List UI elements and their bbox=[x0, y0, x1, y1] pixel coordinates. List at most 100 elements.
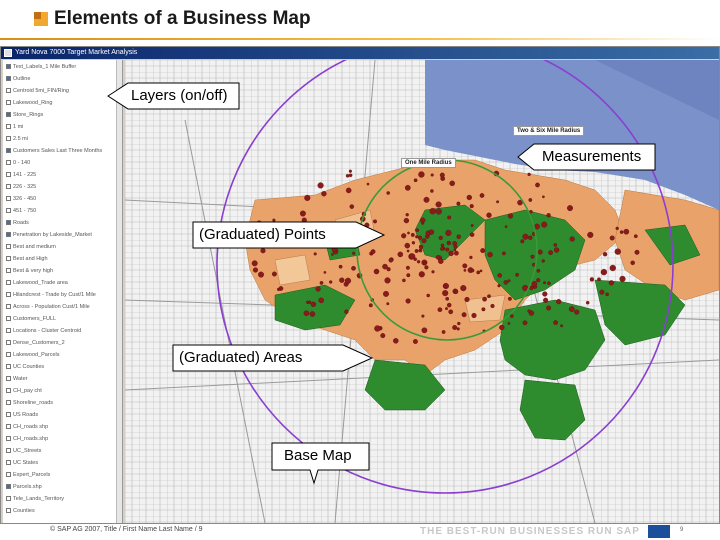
customer-point bbox=[310, 301, 317, 307]
customer-point bbox=[321, 191, 327, 197]
customer-point bbox=[599, 289, 605, 295]
checkbox-icon[interactable] bbox=[6, 448, 11, 454]
checkbox-icon[interactable] bbox=[6, 316, 11, 322]
legend-layer-item[interactable]: Expert_Parcels bbox=[6, 472, 50, 481]
legend-layer-item[interactable]: Locations - Cluster Centroid bbox=[6, 328, 81, 337]
checkbox-icon[interactable] bbox=[6, 364, 11, 370]
legend-layer-item[interactable]: Text_Labels_1 Mile Buffer bbox=[6, 64, 76, 73]
customer-point bbox=[407, 231, 410, 235]
legend-layer-item[interactable]: Tele_Lands_Territory bbox=[6, 496, 64, 505]
checkbox-icon[interactable] bbox=[6, 388, 11, 394]
legend-layer-item[interactable]: Lakewood_Trade area bbox=[6, 280, 68, 289]
checkbox-icon[interactable] bbox=[6, 88, 11, 94]
callout-measurements-label: Measurements bbox=[542, 148, 642, 165]
legend-layer-item[interactable]: Customers Sales Last Three Months bbox=[6, 148, 102, 157]
legend-layer-item[interactable]: Lakewood_Parcels bbox=[6, 352, 59, 361]
legend-layer-item[interactable]: Best & very high bbox=[6, 268, 53, 277]
customer-point bbox=[531, 281, 538, 287]
legend-layer-item[interactable]: 226 - 325 bbox=[6, 184, 36, 193]
customer-point bbox=[633, 234, 638, 239]
checkbox-icon[interactable] bbox=[6, 208, 11, 214]
checkbox-icon[interactable] bbox=[6, 376, 11, 382]
legend-layer-item[interactable]: Lakewood_Ring bbox=[6, 100, 52, 109]
checkbox-checked-icon[interactable] bbox=[6, 148, 11, 154]
legend-layer-item[interactable]: Dense_Customers_2 bbox=[6, 340, 65, 349]
checkbox-icon[interactable] bbox=[6, 508, 11, 514]
legend-layer-item[interactable]: UC Counties bbox=[6, 364, 44, 373]
checkbox-icon[interactable] bbox=[6, 340, 11, 346]
checkbox-icon[interactable] bbox=[6, 472, 11, 478]
customer-point bbox=[448, 250, 454, 257]
customer-point bbox=[486, 212, 492, 218]
checkbox-icon[interactable] bbox=[6, 136, 11, 142]
app-icon bbox=[4, 49, 12, 57]
checkbox-icon[interactable] bbox=[6, 412, 11, 418]
checkbox-icon[interactable] bbox=[6, 424, 11, 430]
checkbox-checked-icon[interactable] bbox=[6, 64, 11, 70]
checkbox-checked-icon[interactable] bbox=[6, 220, 11, 226]
legend-layer-item[interactable]: Parcels.shp bbox=[6, 484, 42, 493]
legend-layer-item[interactable]: UC_Streets bbox=[6, 448, 41, 457]
checkbox-checked-icon[interactable] bbox=[6, 76, 11, 82]
checkbox-icon[interactable] bbox=[6, 292, 11, 298]
map-canvas[interactable] bbox=[125, 60, 719, 523]
checkbox-icon[interactable] bbox=[6, 328, 11, 334]
legend-layer-item[interactable]: Best and medium bbox=[6, 244, 56, 253]
checkbox-icon[interactable] bbox=[6, 304, 11, 310]
legend-layer-item[interactable]: Customers_FULL bbox=[6, 316, 56, 325]
checkbox-icon[interactable] bbox=[6, 184, 11, 190]
slide-title: Elements of a Business Map bbox=[54, 8, 311, 29]
checkbox-icon[interactable] bbox=[6, 436, 11, 442]
legend-layer-item[interactable]: 2.5 mi bbox=[6, 136, 28, 145]
legend-layer-item[interactable]: Store_Rings bbox=[6, 112, 43, 121]
legend-scrollbar[interactable] bbox=[116, 60, 122, 523]
legend-layer-item[interactable]: 326 - 450 bbox=[6, 196, 36, 205]
checkbox-icon[interactable] bbox=[6, 244, 11, 250]
legend-layer-item[interactable]: 451 - 750 bbox=[6, 208, 36, 217]
legend-layer-item[interactable]: Best and High bbox=[6, 256, 48, 265]
checkbox-icon[interactable] bbox=[6, 460, 11, 466]
checkbox-icon[interactable] bbox=[6, 352, 11, 358]
legend-layer-item[interactable]: Hilandcrest - Trade by Cust/1 Mile bbox=[6, 292, 96, 301]
checkbox-checked-icon[interactable] bbox=[6, 484, 11, 490]
customer-point bbox=[386, 302, 390, 306]
legend-layer-item[interactable]: CH_roads shp bbox=[6, 424, 48, 433]
customer-point bbox=[522, 320, 528, 326]
checkbox-icon[interactable] bbox=[6, 160, 11, 166]
customer-point bbox=[423, 261, 427, 266]
legend-layer-item[interactable]: CH_pay cht bbox=[6, 388, 42, 397]
callout-areas-label: (Graduated) Areas bbox=[179, 349, 303, 366]
checkbox-icon[interactable] bbox=[6, 280, 11, 286]
legend-layer-item[interactable]: Counties bbox=[6, 508, 35, 517]
legend-layer-item[interactable]: CH_roads.shp bbox=[6, 436, 48, 445]
checkbox-icon[interactable] bbox=[6, 268, 11, 274]
customer-point bbox=[479, 269, 483, 273]
legend-layer-item[interactable]: US Roads bbox=[6, 412, 38, 421]
customer-point bbox=[470, 224, 474, 227]
checkbox-icon[interactable] bbox=[6, 256, 11, 262]
checkbox-checked-icon[interactable] bbox=[6, 232, 11, 238]
legend-layer-item[interactable]: 1 mi bbox=[6, 124, 23, 133]
customer-point bbox=[421, 221, 425, 225]
checkbox-icon[interactable] bbox=[6, 400, 11, 406]
legend-layer-item[interactable]: Penetration by Lakeside_Market bbox=[6, 232, 92, 241]
checkbox-icon[interactable] bbox=[6, 172, 11, 178]
legend-layer-item[interactable]: Centroid 5mi_FIN/Ring bbox=[6, 88, 69, 97]
legend-layer-item[interactable]: Shoreline_roads bbox=[6, 400, 53, 409]
legend-layer-item[interactable]: Across - Population Cust/1 Mile bbox=[6, 304, 90, 313]
legend-layer-item[interactable]: UC States bbox=[6, 460, 38, 469]
map-view[interactable]: Two & Six Mile Radius One Mile Radius bbox=[125, 60, 719, 523]
legend-layer-item[interactable]: Outline bbox=[6, 76, 30, 85]
legend-layer-item[interactable]: 141 - 225 bbox=[6, 172, 36, 181]
legend-layer-item[interactable]: Water bbox=[6, 376, 27, 385]
checkbox-icon[interactable] bbox=[6, 100, 11, 106]
window-titlebar[interactable]: Yard Nova 7000 Target Market Analysis bbox=[1, 47, 719, 59]
customer-point bbox=[348, 169, 352, 173]
checkbox-checked-icon[interactable] bbox=[6, 112, 11, 118]
checkbox-icon[interactable] bbox=[6, 196, 11, 202]
legend-layer-item[interactable]: Roads bbox=[6, 220, 29, 229]
checkbox-icon[interactable] bbox=[6, 124, 11, 130]
legend-layer-item[interactable]: 0 - 140 bbox=[6, 160, 30, 169]
checkbox-icon[interactable] bbox=[6, 496, 11, 502]
legend-layer-label: Penetration by Lakeside_Market bbox=[13, 232, 92, 238]
